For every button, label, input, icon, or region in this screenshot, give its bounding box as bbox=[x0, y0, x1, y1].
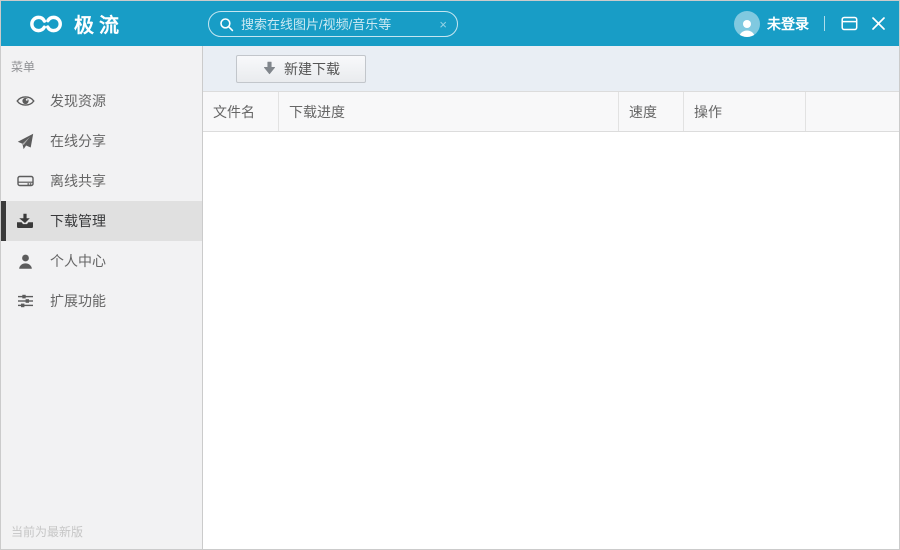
minimize-button[interactable] bbox=[837, 12, 862, 35]
user-icon bbox=[15, 254, 35, 269]
magnifier-icon bbox=[219, 17, 234, 32]
new-download-label: 新建下载 bbox=[284, 60, 340, 77]
user-area: 未登录 bbox=[734, 1, 890, 46]
sidebar-item-label: 发现资源 bbox=[50, 93, 106, 109]
sidebar-item-label: 下载管理 bbox=[50, 213, 106, 229]
sliders-icon bbox=[15, 294, 35, 308]
column-header-speed: 速度 bbox=[619, 92, 684, 131]
column-header-progress: 下载进度 bbox=[279, 92, 619, 131]
avatar[interactable] bbox=[734, 10, 760, 37]
download-icon bbox=[15, 213, 35, 229]
sidebar-item-label: 离线共享 bbox=[50, 173, 106, 189]
search-box[interactable]: × bbox=[208, 11, 458, 37]
down-arrow-icon bbox=[262, 61, 277, 76]
close-button[interactable] bbox=[867, 12, 890, 35]
minimize-icon bbox=[841, 16, 858, 31]
eye-icon bbox=[15, 94, 35, 108]
sidebar-item-discover[interactable]: 发现资源 bbox=[1, 81, 202, 121]
window-controls-divider bbox=[824, 16, 825, 31]
infinity-rings-icon bbox=[29, 13, 65, 35]
sidebar-item-extensions[interactable]: 扩展功能 bbox=[1, 281, 202, 321]
sidebar-item-label: 扩展功能 bbox=[50, 293, 106, 309]
column-header-spacer bbox=[806, 92, 899, 131]
clear-search-icon[interactable]: × bbox=[439, 18, 447, 31]
sidebar-item-profile[interactable]: 个人中心 bbox=[1, 241, 202, 281]
main-panel: 新建下载 文件名 下载进度 速度 操作 bbox=[203, 46, 899, 549]
sidebar: 菜单 发现资源 在线分享 离线共享 下载管理 个人中心 扩展功能 当前为最新版 bbox=[1, 46, 203, 549]
topbar: 极流 × 未登录 bbox=[1, 1, 899, 46]
sidebar-item-downloads[interactable]: 下载管理 bbox=[1, 201, 202, 241]
app-logo: 极流 bbox=[29, 1, 124, 46]
sidebar-item-label: 在线分享 bbox=[50, 133, 106, 149]
sidebar-item-share-online[interactable]: 在线分享 bbox=[1, 121, 202, 161]
column-header-filename: 文件名 bbox=[203, 92, 279, 131]
login-status[interactable]: 未登录 bbox=[767, 14, 809, 34]
brand-name: 极流 bbox=[74, 15, 124, 37]
close-icon bbox=[871, 16, 886, 31]
downloads-table-header: 文件名 下载进度 速度 操作 bbox=[203, 91, 899, 132]
new-download-button[interactable]: 新建下载 bbox=[236, 54, 366, 83]
search-input[interactable] bbox=[241, 16, 433, 32]
column-header-actions: 操作 bbox=[684, 92, 806, 131]
person-icon bbox=[736, 16, 758, 37]
app-window: 极流 × 未登录 bbox=[0, 0, 900, 550]
downloads-table-body bbox=[203, 132, 899, 549]
sidebar-section-label: 菜单 bbox=[11, 60, 36, 74]
paper-plane-icon bbox=[15, 133, 35, 150]
download-toolbar: 新建下载 bbox=[203, 46, 899, 91]
hard-drive-icon bbox=[15, 174, 35, 188]
app-body: 菜单 发现资源 在线分享 离线共享 下载管理 个人中心 扩展功能 当前为最新版 … bbox=[1, 46, 899, 549]
sidebar-item-label: 个人中心 bbox=[50, 253, 106, 269]
version-status: 当前为最新版 bbox=[11, 525, 84, 539]
sidebar-item-share-offline[interactable]: 离线共享 bbox=[1, 161, 202, 201]
